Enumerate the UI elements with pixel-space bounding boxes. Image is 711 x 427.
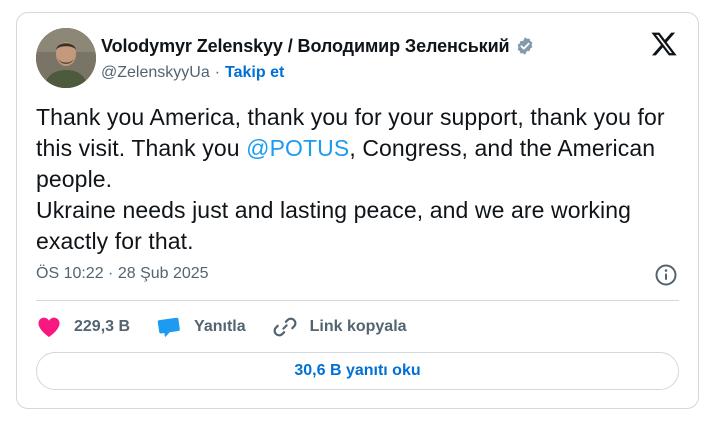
- author-handle-row: @ZelenskyyUa · Takip et: [101, 61, 284, 85]
- verified-badge-icon: [515, 36, 535, 56]
- follow-button[interactable]: Takip et: [225, 64, 284, 82]
- info-icon[interactable]: [654, 263, 678, 287]
- author-display-name[interactable]: Volodymyr Zelenskyy / Володимир Зеленськ…: [101, 36, 510, 57]
- divider: [36, 300, 679, 301]
- mention-link[interactable]: @POTUS: [246, 135, 349, 161]
- reply-button[interactable]: Yanıtla: [156, 314, 246, 340]
- read-replies-label: 30,6 B yanıtı oku: [294, 362, 421, 379]
- author-handle[interactable]: @ZelenskyyUa: [101, 64, 210, 82]
- x-logo-icon[interactable]: [650, 30, 678, 58]
- tweet-paragraph-2: Ukraine needs just and lasting peace, an…: [36, 197, 632, 254]
- handle-separator: ·: [214, 64, 221, 81]
- tweet-timestamp[interactable]: ÖS 10:22 · 28 Şub 2025: [36, 265, 209, 283]
- tweet-paragraph-1: Thank you America, thank you for your su…: [36, 102, 686, 195]
- tweet-text: Thank you America, thank you for your su…: [36, 102, 686, 257]
- avatar-image: [36, 28, 96, 88]
- author-name-row: Volodymyr Zelenskyy / Володимир Зеленськ…: [101, 33, 535, 59]
- read-replies-button[interactable]: 30,6 B yanıtı oku: [36, 352, 679, 390]
- link-icon: [272, 314, 298, 340]
- tweet-card: Volodymyr Zelenskyy / Володимир Зеленськ…: [16, 12, 699, 409]
- like-button[interactable]: 229,3 B: [36, 314, 130, 340]
- speech-bubble-icon: [156, 314, 182, 340]
- copy-link-button[interactable]: Link kopyala: [272, 314, 407, 340]
- heart-icon: [36, 314, 62, 340]
- author-avatar[interactable]: [36, 28, 96, 88]
- copy-link-label: Link kopyala: [309, 318, 407, 335]
- reply-label: Yanıtla: [194, 318, 246, 335]
- action-bar: 229,3 B Yanıtla Link kopyala: [36, 313, 433, 341]
- like-count: 229,3 B: [74, 318, 131, 335]
